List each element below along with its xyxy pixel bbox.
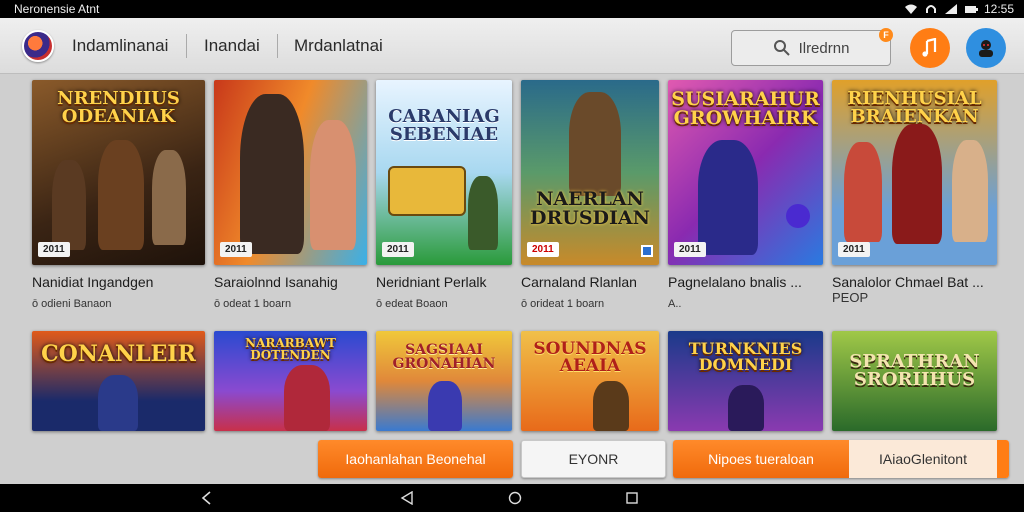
primary-action-button[interactable]: Iaohanlahan Beonehal: [318, 440, 513, 478]
game-art-character: [52, 160, 86, 250]
split-left-button[interactable]: Nipoes tueraloan: [673, 440, 849, 478]
game-art-title: NAERLAN DRUSDIAN: [529, 188, 651, 229]
avatar-icon: [979, 40, 993, 57]
search-placeholder: Ilredrnn: [798, 39, 850, 57]
app-logo[interactable]: [22, 30, 54, 62]
game-subtitle: A..: [668, 298, 682, 310]
game-art-title: SUSIARAHUR GROWHAIRK: [671, 88, 820, 129]
game-art-character: [284, 365, 330, 431]
game-subtitle: ō odieni Banaon: [32, 298, 112, 310]
release-tag: 2011: [674, 242, 706, 257]
game-art-title: CONANLEIR: [41, 341, 196, 367]
game-art-character: [98, 375, 138, 431]
search-field[interactable]: Ilredrnn: [731, 30, 891, 66]
secondary-action-button[interactable]: EYONR: [521, 440, 666, 478]
game-card[interactable]: CONANLEIR: [32, 331, 205, 431]
release-tag: 2011: [838, 242, 870, 257]
tab-1[interactable]: Indamlinanai: [72, 36, 168, 56]
game-subtitle: ō odeat 1 boarn: [214, 298, 292, 310]
profile-button[interactable]: [966, 28, 1006, 68]
game-card[interactable]: RIENHUSIAL BRAIENKAN 2011: [832, 80, 997, 265]
music-button[interactable]: [910, 28, 950, 68]
release-tag: 2011: [527, 242, 559, 257]
search-icon: [773, 40, 790, 56]
game-card[interactable]: NARARBAWT DOTENDEN: [214, 331, 367, 431]
game-art-title: SAGSIAAI GRONAHIAN: [392, 342, 496, 372]
game-card[interactable]: SUSIARAHUR GROWHAIRK 2011: [668, 80, 823, 265]
game-card[interactable]: 2011: [214, 80, 367, 265]
game-title[interactable]: Carnaland Rlanlan: [521, 274, 637, 290]
game-art-title: TURNKNIES DOMNEDI: [688, 339, 803, 374]
back-triangle-icon[interactable]: [400, 491, 414, 505]
game-art-character: [728, 385, 764, 431]
game-card[interactable]: CARANIAG SEBENIAE 2011: [376, 80, 512, 265]
game-art-character: [569, 92, 621, 196]
tab-2[interactable]: Inandai: [204, 36, 260, 56]
game-art-character: [892, 124, 942, 244]
notification-badge: F: [879, 28, 893, 42]
status-app-title: Neronensie Atnt: [14, 2, 100, 16]
game-art-orb: [786, 204, 810, 228]
game-art-character: [98, 140, 144, 250]
app-window: Indamlinanai Inandai Mrdanlatnai Ilredrn…: [0, 18, 1024, 484]
status-time: 12:55: [983, 2, 1014, 16]
game-title[interactable]: Pagnelalano bnalis ...: [668, 274, 802, 290]
game-art-title: NRENDIIUS ODEANIAK: [57, 88, 180, 127]
top-bar: Indamlinanai Inandai Mrdanlatnai Ilredrn…: [0, 18, 1024, 74]
music-note-icon: [922, 38, 937, 57]
game-art-title: CARANIAG SEBENIAE: [388, 106, 500, 145]
status-bar: Neronensie Atnt 12:55: [0, 0, 1024, 18]
split-right-button[interactable]: IAiaoGlenitont: [849, 440, 1009, 478]
game-card[interactable]: SAGSIAAI GRONAHIAN: [376, 331, 512, 431]
game-subtitle: ō orideat 1 boarn: [521, 298, 605, 310]
tab-3[interactable]: Mrdanlatnai: [294, 36, 383, 56]
game-art-character: [844, 142, 882, 242]
game-art-character: [593, 381, 629, 431]
game-card[interactable]: SOUNDNAS AEAIA: [521, 331, 659, 431]
game-art-character: [698, 140, 758, 255]
platform-badge: [641, 245, 653, 257]
back-icon[interactable]: [200, 491, 214, 505]
game-art-title: NARARBAWT DOTENDEN: [245, 336, 336, 362]
release-tag: 2011: [38, 242, 70, 257]
game-art-character: [240, 94, 304, 254]
game-subtitle: PEOP: [832, 290, 869, 305]
home-icon[interactable]: [508, 491, 522, 505]
game-card[interactable]: TURNKNIES DOMNEDI: [668, 331, 823, 431]
headset-icon: [925, 5, 936, 13]
game-art-character: [310, 120, 356, 250]
game-card[interactable]: NRENDIIUS ODEANIAK 2011: [32, 80, 205, 265]
recents-icon[interactable]: [625, 491, 639, 505]
game-art-character: [428, 381, 462, 431]
game-art-vehicle: [388, 166, 466, 216]
signal-icon: [944, 4, 957, 14]
game-art-character: [468, 176, 498, 250]
tab-divider: [186, 34, 187, 58]
wifi-icon: [904, 4, 917, 14]
game-art-character: [152, 150, 186, 245]
game-card[interactable]: SPRATHRAN SRORIIHUS: [832, 331, 997, 431]
game-subtitle: ō edeat Boaon: [376, 298, 448, 310]
release-tag: 2011: [220, 242, 252, 257]
game-art-title: RIENHUSIAL BRAIENKAN: [847, 88, 982, 127]
release-tag: 2011: [382, 242, 414, 257]
game-title[interactable]: Saraiolnnd Isanahig: [214, 274, 338, 290]
battery-icon: [964, 6, 978, 13]
game-art-title: SPRATHRAN SRORIIHUS: [849, 351, 980, 390]
system-nav-bar: [0, 484, 1024, 512]
game-title[interactable]: Nanidiat Ingandgen: [32, 274, 153, 290]
game-art-title: SOUNDNAS AEAIA: [533, 339, 647, 376]
game-title[interactable]: Sanalolor Chmael Bat ...: [832, 274, 984, 290]
status-icons: 12:55: [904, 2, 1014, 16]
game-card[interactable]: NAERLAN DRUSDIAN 2011: [521, 80, 659, 265]
tab-divider: [277, 34, 278, 58]
split-action-button: Nipoes tueraloan IAiaoGlenitont: [673, 440, 1009, 478]
game-art-character: [952, 140, 988, 242]
game-title[interactable]: Neridniant Perlalk: [376, 274, 487, 290]
